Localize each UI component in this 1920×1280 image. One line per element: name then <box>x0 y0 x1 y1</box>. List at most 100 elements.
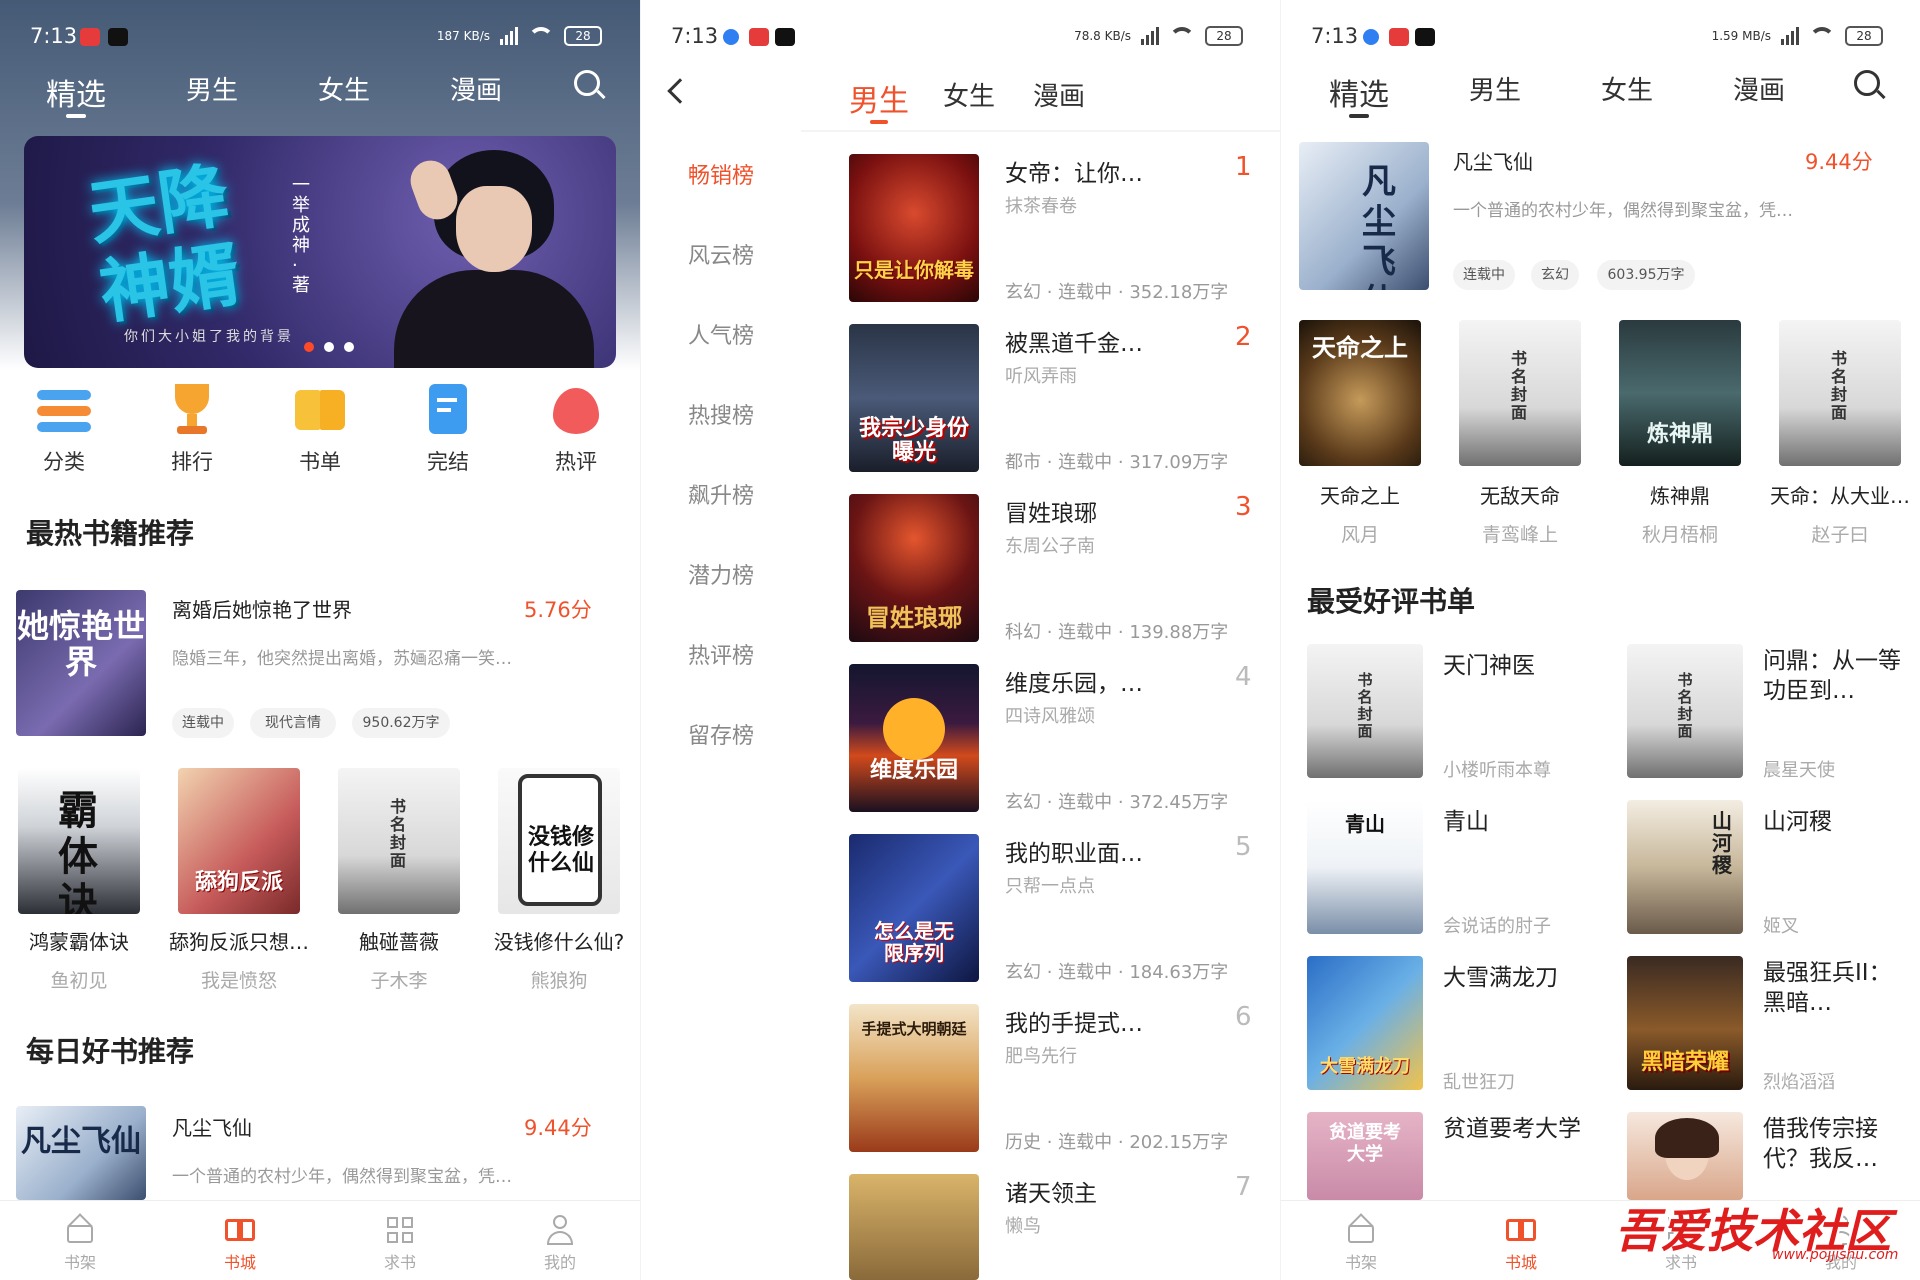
grid-book-title[interactable]: 舔狗反派只想… <box>164 926 314 955</box>
battery-icon: 28 <box>564 26 602 46</box>
list-book-title[interactable]: 山河稷 <box>1763 802 1832 836</box>
tab-comics[interactable]: 漫画 <box>1033 76 1085 113</box>
grid-book-title[interactable]: 天命：从大业… <box>1765 480 1915 509</box>
book-cover[interactable]: 我宗少身份曝光 <box>849 324 979 472</box>
book-cover[interactable]: 只是让你解毒 <box>849 154 979 302</box>
book-cover[interactable]: 怎么是无限序列 <box>849 834 979 982</box>
nav-bookshelf[interactable]: 书架 <box>1311 1213 1411 1273</box>
rank-title[interactable]: 被黑道千金… <box>1005 324 1143 358</box>
book-cover[interactable]: 没钱修什么仙 <box>498 768 620 914</box>
grid-book-title[interactable]: 天命之上 <box>1285 480 1435 509</box>
book-cover[interactable]: 书名封面 <box>1779 320 1901 466</box>
nav-request-book[interactable]: 求书 <box>350 1215 450 1273</box>
nav-bookstore[interactable]: 书城 <box>190 1215 290 1273</box>
search-icon[interactable] <box>574 70 606 102</box>
banner-carousel[interactable]: 天降神婿 一举成神·著 你们大小姐了我的背景 <box>24 136 616 368</box>
book-cover[interactable]: 霸体诀 <box>18 768 140 914</box>
book-cover[interactable]: 手提式大明朝廷 <box>849 1004 979 1152</box>
list-book-title[interactable]: 借我传宗接代？我反… <box>1763 1114 1913 1174</box>
tag-chip: 玄幻 <box>1531 260 1579 290</box>
side-item-hot-reviews[interactable]: 热评榜 <box>641 638 801 670</box>
rank-title[interactable]: 维度乐园，… <box>1005 664 1143 698</box>
side-item-potential[interactable]: 潜力榜 <box>641 558 801 590</box>
grid-book-title[interactable]: 无敌天命 <box>1445 480 1595 509</box>
book-cover[interactable]: 大雪满龙刀 <box>1307 956 1423 1090</box>
book-cover[interactable]: 凡尘飞仙 <box>16 1106 146 1200</box>
grid-book-title[interactable]: 炼神鼎 <box>1605 480 1755 509</box>
rank-author: 东周公子南 <box>1005 536 1095 557</box>
list-book-title[interactable]: 贫道要考大学 <box>1443 1114 1593 1144</box>
status-bar: 7:13 187 KB/s 28 <box>0 0 640 74</box>
list-book-title[interactable]: 大雪满龙刀 <box>1443 958 1558 992</box>
quick-category[interactable]: 分类 <box>24 384 104 476</box>
book-icon <box>223 1215 257 1245</box>
book-title[interactable]: 凡尘飞仙 <box>1453 146 1753 175</box>
book-cover[interactable]: 书名封面 <box>1627 644 1743 778</box>
search-icon[interactable] <box>1854 70 1886 102</box>
quick-hot-reviews[interactable]: 热评 <box>536 384 616 476</box>
book-cover[interactable]: 天命之上 <box>1299 320 1421 466</box>
tab-male[interactable]: 男生 <box>186 70 238 107</box>
side-item-retention[interactable]: 留存榜 <box>641 718 801 750</box>
book-title[interactable]: 离婚后她惊艳了世界 <box>172 594 502 623</box>
tab-male[interactable]: 男生 <box>1469 70 1521 107</box>
rank-title[interactable]: 诸天领主 <box>1005 1174 1097 1208</box>
book-cover[interactable]: 书名封面 <box>1307 644 1423 778</box>
tab-female[interactable]: 女生 <box>1601 70 1653 107</box>
back-arrow-icon[interactable] <box>667 78 693 104</box>
grid-book-title[interactable]: 鸿蒙霸体诀 <box>4 926 154 955</box>
tab-featured[interactable]: 精选 <box>46 70 106 118</box>
book-cover[interactable]: 舔狗反派 <box>178 768 300 914</box>
book-title[interactable]: 凡尘飞仙 <box>172 1112 472 1141</box>
quick-finished[interactable]: 完结 <box>408 384 488 476</box>
book-cover[interactable]: 山河稷 <box>1627 800 1743 934</box>
tab-comics[interactable]: 漫画 <box>1733 70 1785 107</box>
book-cover[interactable]: 书名封面 <box>1459 320 1581 466</box>
book-cover[interactable]: 冒姓琅琊 <box>849 494 979 642</box>
side-item-rising[interactable]: 飙升榜 <box>641 478 801 510</box>
rank-title[interactable]: 我的手提式… <box>1005 1004 1143 1038</box>
rank-title[interactable]: 女帝：让你… <box>1005 154 1143 188</box>
tag-chip: 603.95万字 <box>1597 260 1695 290</box>
book-cover[interactable]: 炼神鼎 <box>1619 320 1741 466</box>
book-cover[interactable]: 青山 <box>1307 800 1423 934</box>
book-cover[interactable]: 贫道要考大学 <box>1307 1112 1423 1200</box>
book-cover[interactable]: 黑暗荣耀 <box>1627 956 1743 1090</box>
status-bar: 7:13 78.8 KB/s 28 <box>641 0 1280 74</box>
hot-books-title: 最热书籍推荐 <box>26 517 195 550</box>
list-book-title[interactable]: 问鼎：从一等功臣到… <box>1763 646 1913 706</box>
list-book-title[interactable]: 天门神医 <box>1443 646 1593 680</box>
list-book-title[interactable]: 最强狂兵II：黑暗… <box>1763 958 1913 1018</box>
side-item-hot-search[interactable]: 热搜榜 <box>641 398 801 430</box>
book-cover[interactable]: 她惊艳世界 <box>16 590 146 736</box>
net-speed: 1.59 MB/s <box>1711 29 1771 43</box>
list-book-title[interactable]: 青山 <box>1443 802 1489 836</box>
tab-female[interactable]: 女生 <box>318 70 370 107</box>
rank-number: 7 <box>1235 1172 1252 1202</box>
book-cover[interactable]: 凡尘飞仙 <box>1299 142 1429 290</box>
book-cover[interactable] <box>1627 1112 1743 1200</box>
tab-comics[interactable]: 漫画 <box>450 70 502 107</box>
quick-booklist[interactable]: 书单 <box>280 384 360 476</box>
rank-title[interactable]: 冒姓琅琊 <box>1005 494 1097 528</box>
tab-male[interactable]: 男生 <box>849 76 909 124</box>
tab-female[interactable]: 女生 <box>943 76 995 113</box>
quick-ranking[interactable]: 排行 <box>152 384 232 476</box>
wifi-icon <box>528 27 554 45</box>
side-item-trending[interactable]: 风云榜 <box>641 238 801 270</box>
side-item-bestseller[interactable]: 畅销榜 <box>641 158 801 190</box>
book-cover[interactable]: 书名封面 <box>338 768 460 914</box>
side-item-popular[interactable]: 人气榜 <box>641 318 801 350</box>
book-cover[interactable] <box>849 1174 979 1280</box>
nav-bookstore[interactable]: 书城 <box>1471 1215 1571 1273</box>
top-tabs: 精选 男生 女生 漫画 <box>1281 70 1920 130</box>
tab-featured[interactable]: 精选 <box>1329 70 1389 118</box>
rank-meta: 玄幻 · 连载中 · 372.45万字 <box>1005 792 1229 813</box>
nav-bookshelf[interactable]: 书架 <box>30 1213 130 1273</box>
book-cover[interactable]: 维度乐园 <box>849 664 979 812</box>
rank-title[interactable]: 我的职业面… <box>1005 834 1143 868</box>
grid-book-title[interactable]: 没钱修什么仙? <box>484 926 634 955</box>
grid-book-title[interactable]: 触碰蔷薇 <box>324 926 474 955</box>
house-icon <box>1344 1213 1378 1245</box>
nav-me[interactable]: 我的 <box>510 1215 610 1273</box>
